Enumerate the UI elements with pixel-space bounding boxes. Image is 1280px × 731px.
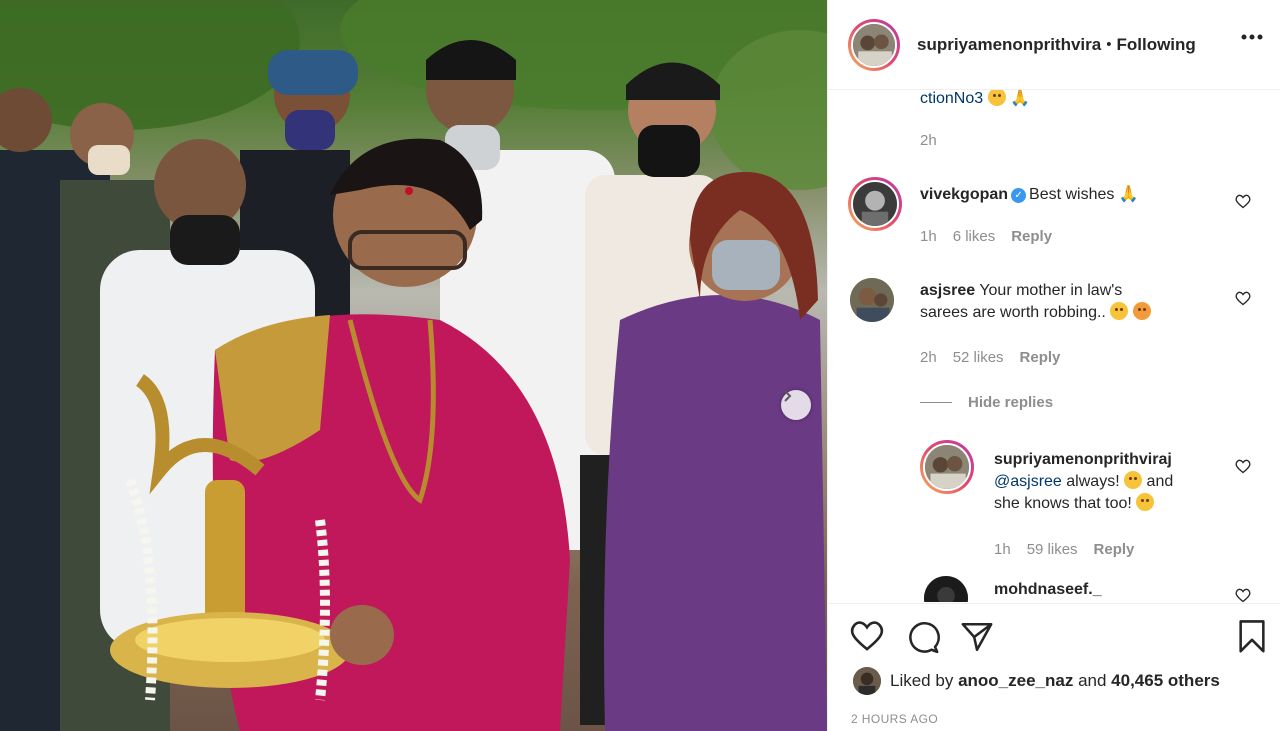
comment-username[interactable]: vivekgopan bbox=[920, 186, 1008, 203]
chevron-right-icon bbox=[784, 390, 792, 402]
reply-comment: supriyamenonprithviraj @asjsree always! … bbox=[994, 449, 1234, 515]
grinning-emoji bbox=[1124, 471, 1143, 489]
reply-username[interactable]: mohdnaseef._ bbox=[994, 581, 1102, 598]
hide-replies-line bbox=[920, 402, 952, 403]
grinning-emoji bbox=[987, 90, 1006, 106]
comment-text-line2: sarees are worth robbing.. bbox=[920, 304, 1106, 321]
caption-tail: ctionNo3 🙏 bbox=[920, 90, 1030, 110]
likes-user[interactable]: anoo_zee_naz bbox=[958, 671, 1073, 690]
comments-list[interactable]: ctionNo3 🙏 2h vivekgopan✓Best wishes 🙏 bbox=[828, 90, 1280, 602]
avatar-image bbox=[925, 445, 969, 489]
comment-icon[interactable] bbox=[905, 620, 941, 654]
heart-icon[interactable] bbox=[1235, 459, 1251, 474]
reply-username[interactable]: supriyamenonprithviraj bbox=[994, 451, 1172, 468]
post-timestamp[interactable]: 2 HOURS AGO bbox=[851, 712, 938, 726]
comment-likes[interactable]: 6 likes bbox=[953, 228, 996, 245]
post-photo[interactable] bbox=[0, 0, 827, 731]
comment-username[interactable]: asjsree bbox=[920, 282, 975, 299]
reply-meta: 1h 59 likes Reply bbox=[994, 541, 1134, 558]
caption-hashtag[interactable]: ctionNo3 bbox=[920, 90, 983, 107]
comment-meta: 2h 52 likes Reply bbox=[920, 349, 1060, 366]
following-button[interactable]: Following bbox=[1116, 35, 1195, 55]
heart-icon[interactable] bbox=[1235, 588, 1251, 602]
caption-time: 2h bbox=[920, 132, 937, 149]
comment-avatar-vivekgopan[interactable] bbox=[848, 177, 902, 231]
liker-avatar[interactable] bbox=[853, 667, 881, 695]
reply-avatar[interactable] bbox=[920, 440, 974, 494]
likes-and: and bbox=[1078, 671, 1107, 690]
heart-icon[interactable] bbox=[1235, 194, 1251, 209]
photo-illustration bbox=[0, 0, 827, 731]
hide-replies-button[interactable]: Hide replies bbox=[920, 394, 1053, 411]
hide-replies-label: Hide replies bbox=[968, 394, 1054, 411]
reply-avatar-mohdnaseef[interactable] bbox=[924, 576, 968, 602]
comment-time: 1h bbox=[920, 228, 937, 245]
reply-text-line2: she knows that too! bbox=[994, 495, 1132, 512]
share-icon[interactable] bbox=[960, 620, 994, 654]
laughing-emoji bbox=[1110, 302, 1129, 320]
comment-time: 2h bbox=[920, 349, 937, 366]
reply-text-mid: and bbox=[1146, 473, 1174, 490]
comment-avatar-asjsree[interactable] bbox=[850, 278, 894, 322]
comment-vivekgopan: vivekgopan ✓ Best wishes 🙏 bbox=[920, 184, 1139, 206]
avatar-image bbox=[853, 667, 881, 695]
tongue-emoji bbox=[1132, 302, 1151, 320]
reply-mention[interactable]: @asjsree bbox=[994, 473, 1062, 490]
reply-button[interactable]: Reply bbox=[1094, 541, 1135, 558]
author-avatar-image bbox=[853, 23, 895, 66]
author-username[interactable]: supriyamenonprithvira bbox=[917, 35, 1101, 55]
avatar-image bbox=[853, 182, 897, 226]
comment-meta: 1h 6 likes Reply bbox=[920, 228, 1052, 245]
bookmark-icon[interactable] bbox=[1237, 620, 1267, 654]
next-photo-button[interactable] bbox=[781, 390, 811, 420]
likes-prefix: Liked by bbox=[890, 671, 954, 690]
comment-likes[interactable]: 52 likes bbox=[953, 349, 1004, 366]
heart-icon[interactable] bbox=[849, 620, 885, 652]
verified-badge-icon: ✓ bbox=[1011, 188, 1027, 203]
post-header: supriyamenonprithvira • Following bbox=[828, 0, 1280, 90]
post-details-panel: supriyamenonprithvira • Following ctionN… bbox=[827, 0, 1280, 731]
avatar-image bbox=[850, 278, 894, 322]
more-horizontal-icon[interactable] bbox=[1241, 34, 1263, 40]
header-separator: • bbox=[1106, 36, 1112, 53]
comment-asjsree: asjsree Your mother in law's sarees are … bbox=[920, 280, 1220, 324]
reply-likes[interactable]: 59 likes bbox=[1027, 541, 1078, 558]
likes-summary: Liked by anoo_zee_naz and 40,465 others bbox=[853, 667, 1220, 695]
likes-text: Liked by anoo_zee_naz and 40,465 others bbox=[890, 671, 1220, 691]
reply-button[interactable]: Reply bbox=[1020, 349, 1061, 366]
caption-meta: 2h bbox=[920, 132, 937, 149]
pray-emoji: 🙏 bbox=[1010, 90, 1030, 107]
reply-mohdnaseef: mohdnaseef._ bbox=[994, 579, 1102, 601]
author-avatar[interactable] bbox=[848, 18, 900, 71]
laughing-emoji bbox=[1136, 493, 1155, 511]
reply-button[interactable]: Reply bbox=[1011, 228, 1052, 245]
pray-emoji: 🙏 bbox=[1118, 186, 1139, 203]
reply-time: 1h bbox=[994, 541, 1011, 558]
comment-text: Best wishes bbox=[1029, 186, 1115, 203]
reply-text-line1: always! bbox=[1066, 473, 1120, 490]
avatar-image bbox=[924, 576, 968, 602]
heart-icon[interactable] bbox=[1235, 291, 1251, 306]
likes-count[interactable]: 40,465 others bbox=[1111, 671, 1220, 690]
comment-text-line1: Your mother in law's bbox=[979, 282, 1123, 299]
